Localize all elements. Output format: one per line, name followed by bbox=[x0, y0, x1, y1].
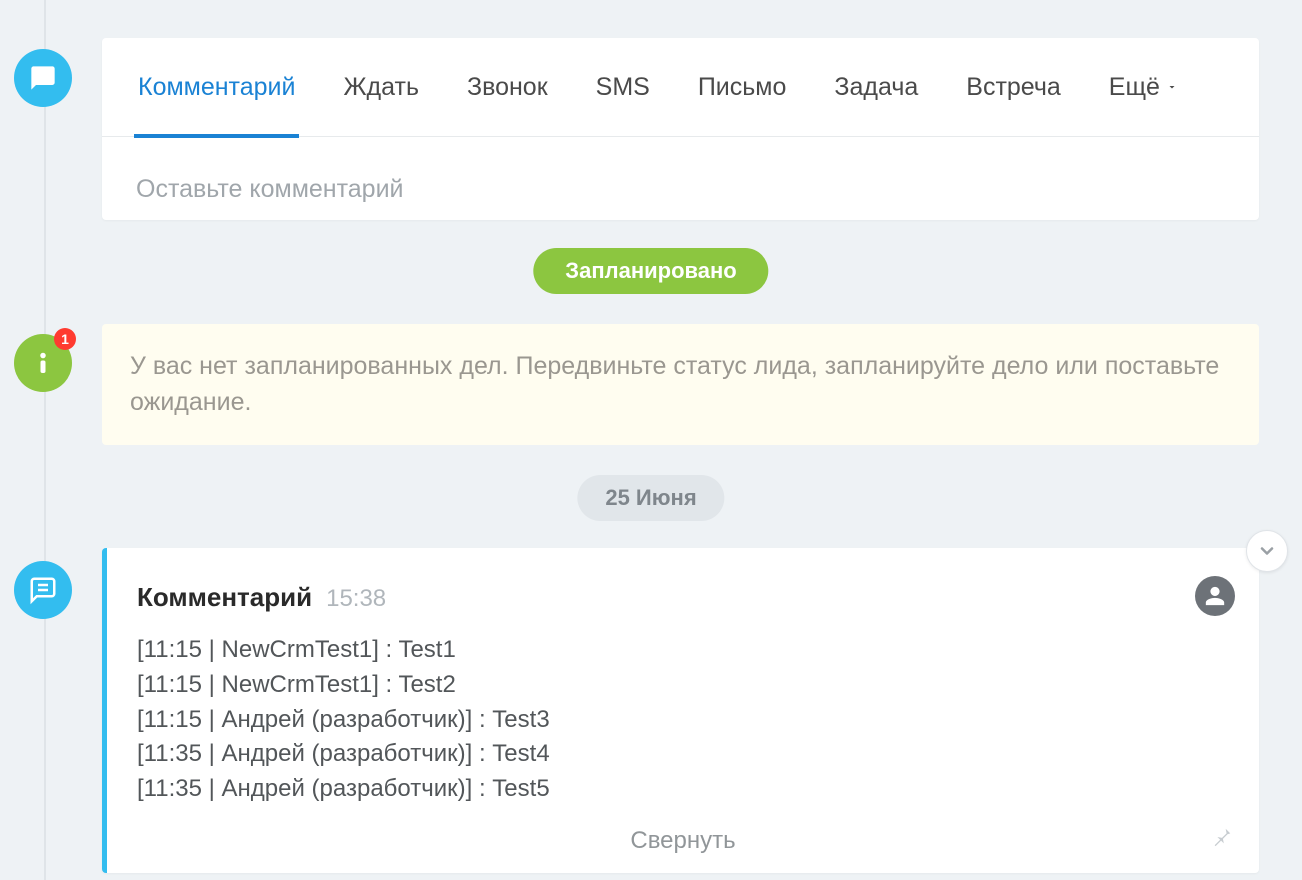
author-avatar[interactable] bbox=[1195, 576, 1235, 616]
tab-more-label: Ещё bbox=[1109, 73, 1160, 102]
log-line: [11:35 | Андрей (разработчик)] : Test5 bbox=[137, 772, 1229, 807]
caret-down-icon bbox=[1166, 81, 1178, 93]
tab-comment[interactable]: Комментарий bbox=[136, 38, 297, 137]
log-line: [11:35 | Андрей (разработчик)] : Test4 bbox=[137, 737, 1229, 772]
comment-input[interactable] bbox=[102, 137, 1259, 217]
composer-tabs: Комментарий Ждать Звонок SMS Письмо Зада… bbox=[102, 38, 1259, 137]
comment-entry-card: Комментарий 15:38 [11:15 | NewCrmTest1] … bbox=[102, 548, 1259, 873]
entry-time: 15:38 bbox=[326, 585, 386, 613]
status-planned-pill: Запланировано bbox=[533, 248, 768, 294]
info-text: У вас нет запланированных дел. Передвинь… bbox=[130, 348, 1231, 421]
info-badge-count: 1 bbox=[54, 328, 76, 350]
date-separator-label: 25 Июня bbox=[577, 475, 724, 521]
info-card: У вас нет запланированных дел. Передвинь… bbox=[102, 324, 1259, 445]
tab-call[interactable]: Звонок bbox=[465, 38, 550, 137]
tab-task[interactable]: Задача bbox=[832, 38, 920, 137]
status-planned-label: Запланировано bbox=[533, 248, 768, 294]
tab-wait[interactable]: Ждать bbox=[341, 38, 421, 137]
tab-mail[interactable]: Письмо bbox=[696, 38, 789, 137]
tab-sms[interactable]: SMS bbox=[594, 38, 652, 137]
chevron-down-icon bbox=[1257, 541, 1277, 561]
collapse-link[interactable]: Свернуть bbox=[137, 827, 1229, 855]
entry-title: Комментарий bbox=[137, 582, 312, 613]
date-separator: 25 Июня bbox=[577, 475, 724, 521]
entry-log-lines: [11:15 | NewCrmTest1] : Test1 [11:15 | N… bbox=[137, 633, 1229, 807]
message-lines-icon bbox=[28, 575, 58, 605]
activity-composer-card: Комментарий Ждать Звонок SMS Письмо Зада… bbox=[102, 38, 1259, 220]
info-icon bbox=[28, 348, 58, 378]
pin-icon[interactable] bbox=[1211, 826, 1233, 853]
log-line: [11:15 | NewCrmTest1] : Test1 bbox=[137, 633, 1229, 668]
timeline-line bbox=[44, 0, 46, 880]
tab-meeting[interactable]: Встреча bbox=[964, 38, 1063, 137]
log-line: [11:15 | Андрей (разработчик)] : Test3 bbox=[137, 703, 1229, 738]
user-icon bbox=[1204, 585, 1226, 607]
entry-header: Комментарий 15:38 bbox=[137, 582, 1229, 613]
tab-more[interactable]: Ещё bbox=[1107, 38, 1180, 137]
comment-timeline-icon bbox=[14, 49, 72, 107]
log-line: [11:15 | NewCrmTest1] : Test2 bbox=[137, 668, 1229, 703]
scroll-down-button[interactable] bbox=[1246, 530, 1288, 572]
speech-bubble-icon bbox=[29, 64, 57, 92]
message-timeline-icon bbox=[14, 561, 72, 619]
info-timeline-icon: 1 bbox=[14, 334, 72, 392]
